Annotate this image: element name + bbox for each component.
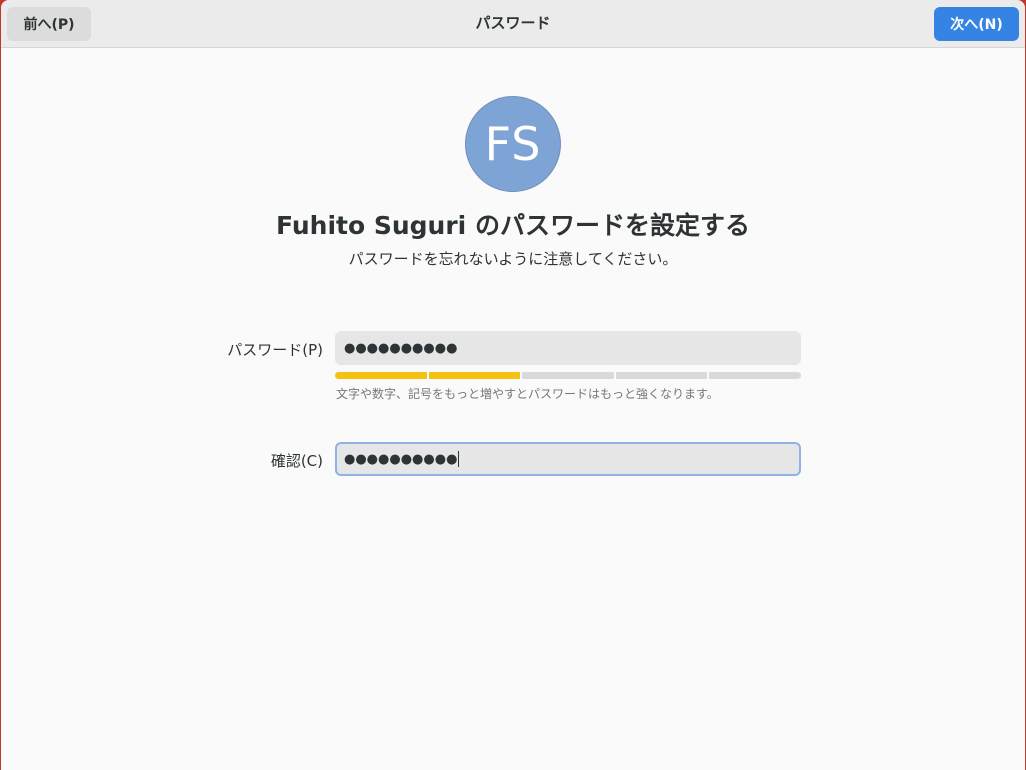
strength-segment (335, 372, 427, 379)
window-title: パスワード (475, 14, 551, 32)
page-subtitle: パスワードを忘れないように注意してください。 (348, 250, 678, 268)
password-field[interactable]: ●●●●●●●●●● (335, 331, 801, 365)
page-title: Fuhito Suguri のパスワードを設定する (276, 211, 750, 240)
confirm-value: ●●●●●●●●●● (344, 451, 458, 467)
strength-segment (428, 372, 521, 379)
strength-segment (709, 372, 801, 379)
next-button[interactable]: 次へ(N) (934, 7, 1019, 41)
setup-window: 前へ(P) パスワード 次へ(N) FS Fuhito Suguri のパスワー… (1, 0, 1025, 770)
avatar[interactable]: FS (465, 96, 561, 192)
password-hint: 文字や数字、記号をもっと増やすとパスワードはもっと強くなります。 (336, 387, 719, 401)
password-label: パスワード(P) (227, 341, 323, 359)
confirm-password-field[interactable]: ●●●●●●●●●● (335, 442, 801, 476)
strength-segment (522, 372, 614, 379)
confirm-label: 確認(C) (270, 452, 323, 470)
back-button[interactable]: 前へ(P) (7, 7, 91, 41)
text-caret (458, 451, 460, 467)
strength-segment (615, 372, 708, 379)
password-value: ●●●●●●●●●● (344, 340, 458, 356)
header-bar: 前へ(P) パスワード 次へ(N) (1, 0, 1025, 48)
avatar-initials: FS (484, 117, 542, 171)
password-strength-meter (335, 372, 801, 379)
